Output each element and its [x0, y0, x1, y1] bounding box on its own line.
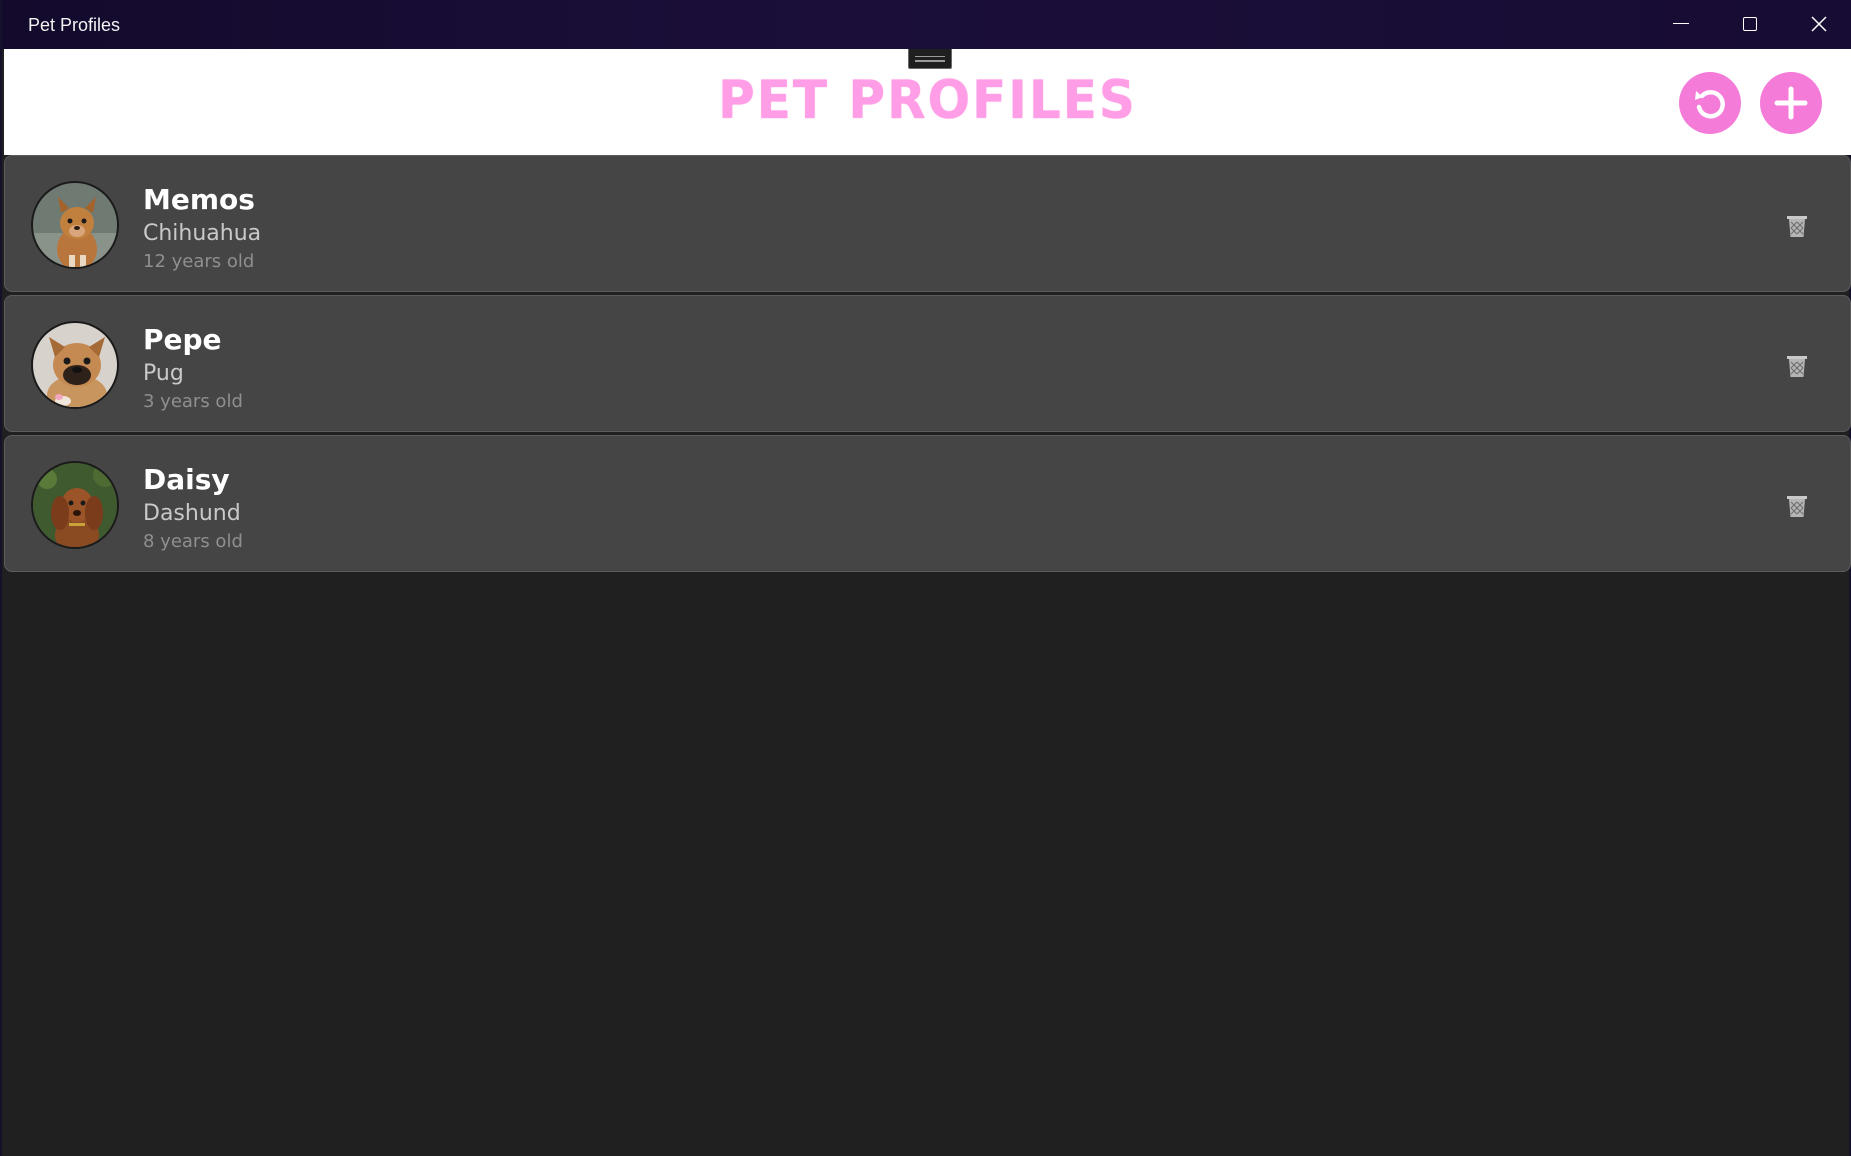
- close-icon: [1810, 15, 1827, 32]
- pet-avatar: [31, 461, 119, 549]
- trash-icon: [1787, 496, 1807, 517]
- pet-name: Pepe: [143, 323, 222, 356]
- trash-icon: [1787, 356, 1807, 377]
- close-button[interactable]: [1784, 0, 1851, 49]
- delete-button[interactable]: [1783, 211, 1811, 241]
- plus-icon: [1774, 86, 1808, 120]
- app-header: PET PROFILES: [4, 49, 1851, 155]
- pet-avatar: [31, 321, 119, 409]
- add-pet-button[interactable]: [1760, 72, 1822, 134]
- pet-age: 8 years old: [143, 531, 243, 552]
- pet-avatar: [31, 181, 119, 269]
- drag-handle[interactable]: [908, 49, 952, 69]
- delete-button[interactable]: [1783, 351, 1811, 381]
- page-title: PET PROFILES: [718, 69, 1137, 131]
- pet-list: Memos Chihuahua 12 years old Pepe Pug 3 …: [4, 155, 1851, 575]
- pet-breed: Dashund: [143, 501, 241, 526]
- maximize-icon: [1742, 16, 1757, 31]
- delete-button[interactable]: [1783, 491, 1811, 521]
- minimize-button[interactable]: [1646, 0, 1715, 49]
- pet-name: Daisy: [143, 463, 230, 496]
- pet-age: 3 years old: [143, 391, 243, 412]
- window-title: Pet Profiles: [28, 15, 121, 35]
- app-window: Pet Profiles PET PROFILES Memos Chihuahu…: [0, 0, 1851, 1156]
- pet-name: Memos: [143, 183, 255, 216]
- trash-icon: [1787, 216, 1807, 237]
- minimize-icon: [1672, 22, 1689, 25]
- pet-breed: Chihuahua: [143, 221, 262, 246]
- pet-card[interactable]: Pepe Pug 3 years old: [4, 295, 1851, 432]
- refresh-button[interactable]: [1679, 72, 1741, 134]
- title-bar[interactable]: Pet Profiles: [2, 0, 1851, 49]
- maximize-button[interactable]: [1715, 0, 1784, 49]
- pet-card[interactable]: Memos Chihuahua 12 years old: [4, 155, 1851, 292]
- refresh-icon: [1695, 90, 1725, 119]
- pet-card[interactable]: Daisy Dashund 8 years old: [4, 435, 1851, 572]
- pet-breed: Pug: [143, 361, 184, 386]
- pet-age: 12 years old: [143, 251, 255, 272]
